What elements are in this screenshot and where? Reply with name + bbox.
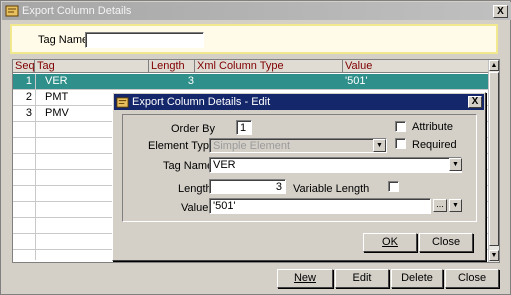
length-label: Length: [178, 183, 212, 195]
cell-tag: PMV: [45, 107, 69, 119]
column-header-seq[interactable]: Seq: [13, 60, 35, 73]
chevron-down-icon[interactable]: ▼: [373, 139, 386, 152]
dialog-form-panel: Order By 1 Attribute Element Type Simple…: [122, 114, 477, 222]
variable-length-checkbox[interactable]: [388, 181, 399, 192]
value-input[interactable]: '501': [209, 198, 431, 214]
window-titlebar: Export Column Details: [2, 2, 511, 20]
scrollbar-thumb[interactable]: [489, 72, 499, 246]
variable-length-label: Variable Length: [293, 183, 370, 195]
order-by-label: Order By: [171, 123, 216, 135]
cell-length: 3: [187, 75, 194, 87]
column-header-tag[interactable]: Tag: [35, 60, 149, 73]
tag-name-label: Tag Name: [38, 34, 89, 46]
edit-button-label: Edit: [352, 272, 372, 284]
app-icon: [5, 5, 19, 17]
column-header-xml-type[interactable]: Xml Column Type: [195, 60, 343, 73]
new-button[interactable]: New: [277, 269, 333, 288]
length-input[interactable]: 3: [209, 179, 286, 194]
scroll-down-arrow-icon[interactable]: ▼: [489, 250, 499, 261]
table-row[interactable]: 1 VER 3 '501': [13, 74, 489, 90]
dialog-title: Export Column Details - Edit: [132, 96, 271, 108]
dialog-close-button[interactable]: X: [468, 96, 482, 108]
value-dropdown-icon[interactable]: ▼: [449, 199, 462, 212]
dialog-titlebar: Export Column Details - Edit: [114, 94, 484, 110]
cell-value: '501': [345, 75, 368, 87]
dialog-close-action-button[interactable]: Close: [419, 233, 473, 252]
dialog-app-icon: [116, 96, 129, 108]
grid-vertical-scrollbar[interactable]: ▲ ▼: [488, 60, 499, 262]
close-icon: X: [471, 96, 479, 107]
edit-button[interactable]: Edit: [335, 269, 389, 288]
new-button-label: New: [293, 272, 316, 284]
grid-divider: [35, 74, 36, 260]
cell-seq: 2: [25, 91, 32, 103]
grid-header: Seq Tag Length Xml Column Type Value: [13, 60, 489, 73]
tag-name-filter-panel: Tag Name: [10, 24, 498, 54]
close-button-label: Close: [457, 272, 487, 284]
required-label: Required: [412, 139, 457, 151]
cell-tag: VER: [45, 75, 68, 87]
delete-button-label: Delete: [401, 272, 433, 284]
window-close-button[interactable]: X: [493, 5, 508, 18]
attribute-checkbox[interactable]: [395, 121, 406, 132]
close-button[interactable]: Close: [445, 269, 499, 288]
attribute-label: Attribute: [412, 121, 453, 133]
edit-dialog: Export Column Details - Edit X Order By …: [112, 92, 486, 261]
tag-name-filter-input[interactable]: [85, 32, 204, 48]
cell-tag: PMT: [45, 91, 69, 103]
window-title: Export Column Details: [22, 5, 132, 17]
tag-name-input[interactable]: VER: [209, 157, 462, 173]
dialog-close-button-label: Close: [431, 236, 461, 248]
cell-seq: 3: [25, 107, 32, 119]
element-type-select[interactable]: Simple Element: [209, 138, 387, 153]
close-icon: X: [497, 6, 504, 17]
tag-name-label: Tag Name: [163, 160, 214, 172]
column-header-length[interactable]: Length: [149, 60, 195, 73]
ok-button-label: OK: [382, 236, 398, 248]
ok-button[interactable]: OK: [363, 233, 417, 252]
tag-name-dropdown-icon[interactable]: ▼: [449, 158, 462, 171]
cell-seq: 1: [25, 75, 32, 87]
element-type-label: Element Type: [148, 140, 216, 152]
required-checkbox[interactable]: [395, 138, 406, 149]
value-label: Value: [181, 202, 209, 214]
delete-button[interactable]: Delete: [391, 269, 443, 288]
order-by-input[interactable]: 1: [236, 120, 252, 135]
ellipsis-button[interactable]: ...: [433, 199, 447, 212]
column-header-value[interactable]: Value: [343, 60, 489, 73]
scroll-up-arrow-icon[interactable]: ▲: [489, 60, 499, 71]
